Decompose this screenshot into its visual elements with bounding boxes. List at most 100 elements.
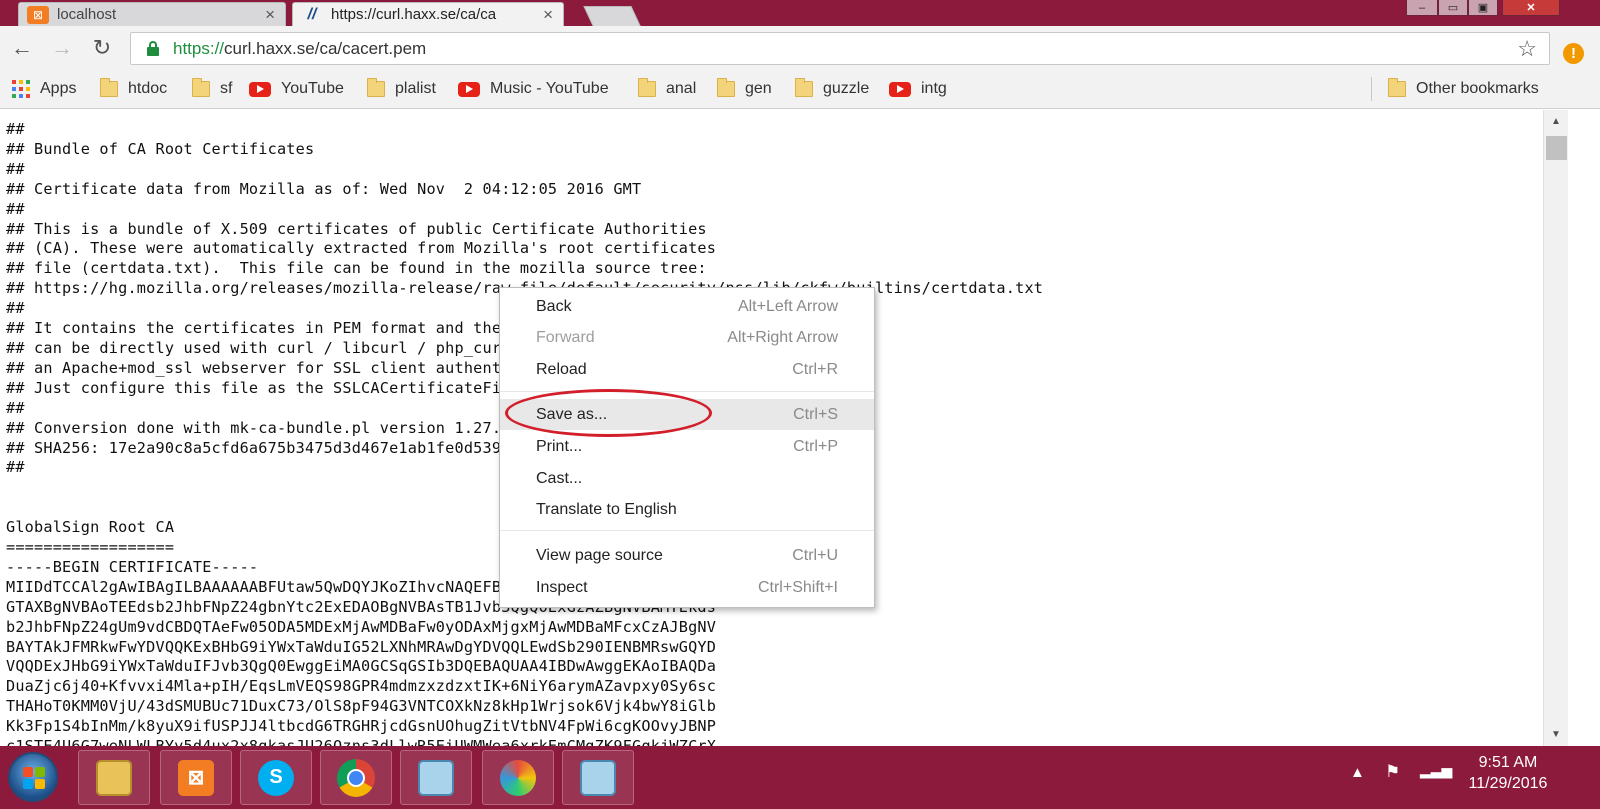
xampp-icon: ⊠	[178, 759, 214, 796]
windows-explorer-icon	[96, 759, 132, 796]
skype-icon: S	[258, 759, 294, 796]
taskbar-notepad-2[interactable]	[562, 750, 634, 805]
bookmark-plalist[interactable]: plalist	[367, 78, 436, 99]
bookmark-anal[interactable]: anal	[638, 78, 697, 99]
pem-line: ## file (certdata.txt). This file can be…	[6, 259, 707, 278]
menu-item-translate[interactable]: Translate to English	[500, 494, 874, 525]
bookmark-music-youtube[interactable]: Music - YouTube	[458, 79, 609, 99]
close-tab-icon[interactable]: ×	[543, 5, 553, 25]
taskbar-explorer[interactable]	[78, 750, 150, 805]
pem-line: ##	[6, 120, 25, 138]
back-arrow-icon[interactable]: ←	[8, 35, 36, 61]
menu-item-inspect[interactable]: Inspect Ctrl+Shift+I	[500, 572, 874, 603]
url-text[interactable]: https://curl.haxx.se/ca/cacert.pem	[173, 39, 426, 59]
bookmark-label: Other bookmarks	[1416, 80, 1539, 97]
pem-line: b2JhbFNpZ24gUm9vdCBDQTAeFw05ODA5MDExMjAw…	[6, 617, 717, 636]
pem-line: ##	[6, 159, 25, 178]
clock-date: 11/29/2016	[1468, 775, 1548, 792]
pem-line: ## Bundle of CA Root Certificates	[6, 139, 315, 158]
secure-lock-icon	[147, 41, 159, 56]
browser-titlebar: ⊠ localhost × // https://curl.haxx.se/ca…	[0, 0, 1600, 26]
pem-line: THAHoT0KMM0VjU/43dSMUBUc71DuxC73/OlS8pF9…	[6, 697, 717, 716]
bookmark-sf[interactable]: sf	[192, 78, 233, 99]
notepad-icon	[580, 759, 616, 796]
bookmark-label: YouTube	[281, 80, 344, 97]
chrome-icon	[337, 758, 375, 797]
taskbar-clock[interactable]: 9:51 AM 11/29/2016	[1458, 752, 1558, 794]
bookmark-guzzle[interactable]: guzzle	[795, 78, 869, 99]
bookmark-gen[interactable]: gen	[717, 78, 772, 99]
menu-item-forward[interactable]: Forward Alt+Right Arrow	[500, 322, 874, 353]
notepad-icon	[418, 759, 454, 796]
bookmark-apps[interactable]: Apps	[12, 79, 76, 99]
scrollbar-thumb[interactable]	[1546, 136, 1567, 160]
update-alert-icon[interactable]: !	[1563, 43, 1584, 64]
red-highlight-oval	[505, 389, 712, 437]
taskbar-notepad[interactable]	[400, 750, 472, 805]
paint-icon	[500, 759, 536, 796]
pem-line: DuaZjc6j40+Kfvvxi4Mla+pIH/EqsLmVEQS98GPR…	[6, 677, 717, 696]
browser-toolbar: ← → ↻ https://curl.haxx.se/ca/cacert.pem…	[0, 26, 1600, 69]
close-window-button[interactable]: ✕	[1502, 0, 1560, 16]
apps-grid-icon	[12, 80, 30, 98]
forward-arrow-icon[interactable]: →	[48, 35, 76, 61]
pem-line: VQQDExJHbG9iYWxTaWduIFJvb3QgQ0EwggEiMA0G…	[6, 657, 717, 676]
minimize-button[interactable]: ‒	[1406, 0, 1438, 16]
pem-line: ## Certificate data from Mozilla as of: …	[6, 179, 642, 198]
tab-title: localhost	[57, 6, 117, 23]
bookmark-htdoc[interactable]: htdoc	[100, 78, 168, 99]
bookmark-label: anal	[666, 80, 697, 97]
windows-taskbar: ⊠ S ▲ ⚑ ▂▃▅ 9:51 AM 11/29/2016	[0, 746, 1600, 809]
folder-icon	[1388, 78, 1406, 97]
folder-icon	[717, 78, 735, 97]
bookmarks-divider	[1371, 77, 1372, 101]
menu-item-cast[interactable]: Cast...	[500, 463, 874, 494]
taskbar-xampp[interactable]: ⊠	[160, 750, 232, 805]
bookmark-label: intg	[921, 80, 947, 97]
bookmark-label: htdoc	[128, 80, 168, 97]
action-center-flag-icon[interactable]: ⚑	[1385, 762, 1400, 784]
address-bar[interactable]: https://curl.haxx.se/ca/cacert.pem ☆	[130, 32, 1550, 65]
bookmarks-bar: Apps htdoc sf YouTube plalist Music - Yo…	[0, 69, 1600, 109]
bookmark-label: sf	[220, 80, 233, 97]
scroll-up-arrow-icon[interactable]: ▲	[1551, 116, 1561, 127]
restore-button[interactable]: ▭	[1438, 0, 1468, 16]
tab-localhost[interactable]: ⊠ localhost ×	[18, 2, 286, 26]
youtube-icon	[249, 81, 271, 97]
xampp-icon: ⊠	[27, 5, 49, 24]
start-button[interactable]	[8, 752, 58, 802]
menu-item-reload[interactable]: Reload Ctrl+R	[500, 354, 874, 385]
bookmark-star-icon[interactable]: ☆	[1517, 36, 1537, 62]
menu-item-view-source[interactable]: View page source Ctrl+U	[500, 540, 874, 571]
reload-icon[interactable]: ↻	[88, 35, 116, 61]
taskbar-skype[interactable]: S	[240, 750, 312, 805]
clock-time: 9:51 AM	[1478, 754, 1538, 771]
taskbar-paint[interactable]	[482, 750, 554, 805]
maximize-button[interactable]: ▣	[1468, 0, 1498, 16]
bookmark-label: gen	[745, 80, 772, 97]
close-tab-icon[interactable]: ×	[265, 5, 275, 25]
network-signal-icon[interactable]: ▂▃▅	[1420, 762, 1452, 784]
folder-icon	[192, 78, 210, 97]
url-scheme: https://	[173, 39, 225, 58]
menu-item-print[interactable]: Print... Ctrl+P	[500, 431, 874, 462]
menu-item-back[interactable]: Back Alt+Left Arrow	[500, 291, 874, 322]
taskbar-chrome[interactable]	[320, 750, 392, 805]
tab-title: https://curl.haxx.se/ca/ca	[331, 6, 497, 23]
bookmark-other[interactable]: Other bookmarks	[1388, 78, 1539, 99]
pem-line: ##	[6, 199, 25, 218]
menu-separator	[500, 530, 874, 531]
new-tab-button[interactable]	[583, 6, 641, 26]
folder-icon	[638, 78, 656, 97]
show-hidden-icons[interactable]: ▲	[1350, 764, 1365, 784]
scroll-down-arrow-icon[interactable]: ▼	[1551, 729, 1561, 740]
tab-cacert[interactable]: // https://curl.haxx.se/ca/ca ×	[292, 2, 564, 26]
vertical-scrollbar[interactable]: ▲ ▼	[1543, 110, 1568, 746]
pem-line: ## This is a bundle of X.509 certificate…	[6, 219, 707, 238]
bookmark-intg[interactable]: intg	[889, 79, 947, 99]
bookmark-label: Music - YouTube	[490, 80, 609, 97]
bookmark-label: plalist	[395, 80, 436, 97]
folder-icon	[367, 78, 385, 97]
bookmark-youtube[interactable]: YouTube	[249, 79, 344, 99]
windows-logo-icon	[23, 767, 45, 789]
